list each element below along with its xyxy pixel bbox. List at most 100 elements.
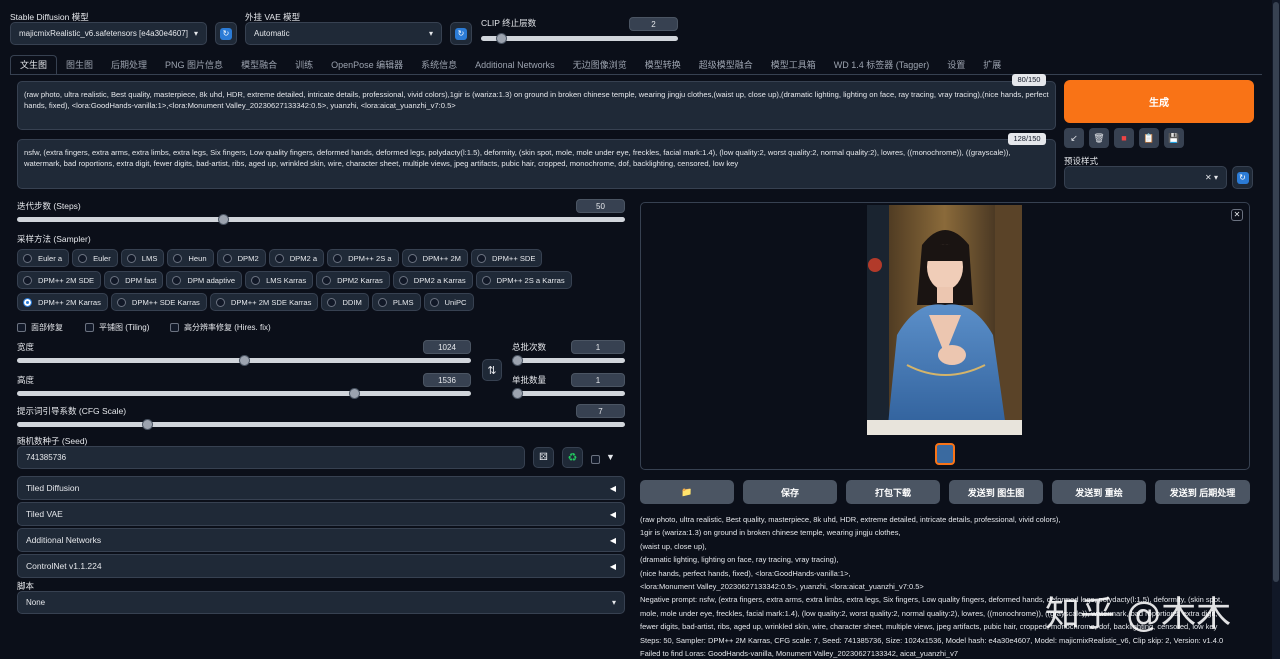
tab-3[interactable]: PNG 图片信息 [156,56,232,74]
send-to-img2img-button[interactable]: 发送到 图生图 [949,480,1043,504]
model-select[interactable]: majicmixRealistic_v6.safetensors [e4a30e… [10,22,207,45]
clipboard-icon[interactable]: 📋 [1139,128,1159,148]
radio-dot[interactable] [23,253,32,263]
close-icon[interactable]: ✕ [1231,209,1243,221]
open-folder-button[interactable]: 📁 [640,480,734,504]
steps-value[interactable]: 50 [576,199,625,213]
radio-dot[interactable] [173,253,183,263]
generated-image[interactable] [867,205,1022,435]
zip-download-button[interactable]: 打包下载 [846,480,940,504]
batch-count-slider[interactable] [512,355,625,366]
sampler-option[interactable]: Heun [167,249,214,267]
sampler-option[interactable]: PLMS [371,293,421,311]
slider-knob[interactable] [496,33,508,44]
scrollbar-thumb[interactable] [1273,2,1279,582]
sampler-option[interactable]: LMS [120,249,165,267]
radio-dot[interactable] [110,275,120,285]
sampler-option[interactable]: DPM2 [216,249,266,267]
checkbox-box[interactable] [170,323,179,332]
clip-value[interactable]: 2 [629,17,678,31]
extra-seed-checkbox[interactable] [591,455,600,464]
save-style-icon[interactable]: 💾 [1164,128,1184,148]
tab-7[interactable]: 系统信息 [412,56,466,74]
sampler-option[interactable]: DPM++ 2M [401,249,469,267]
sampler-option[interactable]: DPM2 a [268,249,325,267]
send-to-extras-button[interactable]: 发送到 后期处理 [1155,480,1250,504]
tab-4[interactable]: 模型融合 [232,56,286,74]
batch-size-slider[interactable] [512,388,625,399]
cfg-value[interactable]: 7 [576,404,625,418]
sampler-option[interactable]: DPM++ 2M Karras [17,293,108,311]
height-slider[interactable] [17,388,471,399]
steps-slider[interactable] [17,214,625,225]
slider-knob[interactable] [238,355,250,366]
clip-slider[interactable] [481,33,678,44]
sampler-option[interactable]: LMS Karras [245,271,314,289]
sampler-option[interactable]: DPM++ 2S a Karras [475,271,572,289]
checkbox-box[interactable] [85,323,94,332]
tab-12[interactable]: 模型工具箱 [762,56,825,74]
style-select[interactable]: ✕ ▾ [1064,166,1227,189]
save-button[interactable]: 保存 [743,480,837,504]
sampler-option[interactable]: DPM2 a Karras [392,271,473,289]
sampler-option[interactable]: UniPC [423,293,474,311]
script-select[interactable]: None ▾ [17,591,625,614]
accordion-2[interactable]: Additional Networks ◀ [17,528,625,552]
tab-0[interactable]: 文生图 [10,55,58,74]
trash-icon[interactable]: 🗑 [1089,128,1109,148]
sampler-option[interactable]: DPM adaptive [166,271,243,289]
radio-dot[interactable] [215,297,225,307]
radio-dot[interactable] [78,253,88,263]
radio-dot[interactable] [172,275,182,285]
batch-count-value[interactable]: 1 [571,340,625,354]
sampler-option[interactable]: DPM++ 2M SDE [17,271,102,289]
checkbox-box[interactable] [17,323,26,332]
refresh-models-button[interactable]: ↻ [215,22,237,45]
seed-input[interactable]: 741385736 [17,446,525,469]
width-slider[interactable] [17,355,471,366]
sampler-option[interactable]: DPM++ SDE [471,249,543,267]
sampler-option[interactable]: DPM++ 2S a [327,249,399,267]
radio-dot[interactable] [23,275,32,285]
swap-dimensions-button[interactable]: ⇅ [482,359,502,381]
accordion-1[interactable]: Tiled VAE ◀ [17,502,625,526]
radio-dot[interactable] [116,297,126,307]
radio-dot[interactable] [327,297,337,307]
radio-dot[interactable] [333,253,343,263]
triangle-down-icon[interactable]: ▼ [606,452,615,462]
cfg-slider[interactable] [17,419,625,430]
accordion-0[interactable]: Tiled Diffusion ◀ [17,476,625,500]
tab-2[interactable]: 后期处理 [102,56,156,74]
sampler-option[interactable]: DPM2 Karras [316,271,390,289]
width-value[interactable]: 1024 [423,340,471,354]
tab-14[interactable]: 设置 [938,56,974,74]
slider-knob[interactable] [218,214,230,225]
slider-knob[interactable] [512,388,523,399]
generate-button[interactable]: 生成 [1064,80,1254,123]
slider-knob[interactable] [512,355,523,366]
gallery-thumbnail[interactable] [935,443,955,465]
tiling-checkbox[interactable]: 平铺图 (Tiling) [85,322,149,333]
face-restore-checkbox[interactable]: 面部修复 [17,322,63,333]
negative-prompt-textarea[interactable]: nsfw, (extra fingers, extra arms, extra … [17,139,1056,189]
radio-dot[interactable] [377,297,387,307]
tab-13[interactable]: WD 1.4 标签器 (Tagger) [825,56,939,74]
prompt-textarea[interactable]: (raw photo, ultra realistic, Best qualit… [17,81,1056,130]
refresh-vae-button[interactable]: ↻ [450,22,472,45]
radio-dot[interactable] [274,253,284,263]
reuse-seed-button[interactable]: ♻ [562,447,583,468]
radio-dot[interactable] [477,253,487,263]
radio-dot[interactable] [398,275,408,285]
radio-dot[interactable] [407,253,417,263]
arrow-icon[interactable]: ↙ [1064,128,1084,148]
slider-knob[interactable] [142,419,154,430]
height-value[interactable]: 1536 [423,373,471,387]
radio-dot[interactable] [322,275,332,285]
sampler-option[interactable]: DPM++ 2M SDE Karras [209,293,319,311]
refresh-styles-button[interactable]: ↻ [1232,166,1253,189]
sampler-option[interactable]: DPM fast [104,271,164,289]
sampler-option[interactable]: DPM++ SDE Karras [110,293,207,311]
tab-15[interactable]: 扩展 [974,56,1010,74]
radio-dot[interactable] [222,253,232,263]
tab-5[interactable]: 训练 [286,56,322,74]
